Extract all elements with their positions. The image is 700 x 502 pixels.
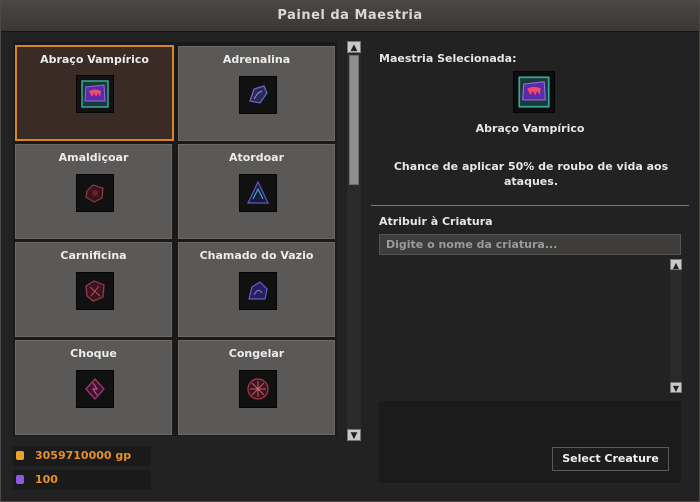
mastery-name: Congelar <box>228 347 285 360</box>
mastery-name: Choque <box>70 347 117 360</box>
vampire-fangs-icon <box>513 71 555 113</box>
mastery-card-freeze[interactable]: Congelar <box>178 340 335 435</box>
mastery-points-icon <box>16 475 24 484</box>
void-call-icon <box>239 272 277 310</box>
mastery-name: Abraço Vampírico <box>40 53 149 66</box>
mastery-name: Amaldiçoar <box>58 151 129 164</box>
mastery-card-void-call[interactable]: Chamado do Vazio <box>178 242 335 337</box>
gold-display: 3059710000 gp <box>13 446 151 466</box>
stun-icon <box>239 174 277 212</box>
scroll-down-button[interactable]: ▼ <box>347 429 361 441</box>
shock-icon <box>76 370 114 408</box>
mastery-card-shock[interactable]: Choque <box>15 340 172 435</box>
scroll-thumb[interactable] <box>349 55 359 185</box>
vampire-fangs-icon <box>76 75 114 113</box>
mastery-card-adrenaline[interactable]: Adrenalina <box>178 46 335 141</box>
mastery-name: Adrenalina <box>222 53 291 66</box>
freeze-icon <box>239 370 277 408</box>
assign-creature-label: Atribuir à Criatura <box>379 215 493 228</box>
creature-name-input[interactable] <box>379 234 681 255</box>
mastery-card-stun[interactable]: Atordoar <box>178 144 335 239</box>
creature-list <box>379 259 669 393</box>
adrenaline-icon <box>239 76 277 114</box>
gold-coin-icon <box>16 451 24 460</box>
curse-icon <box>76 174 114 212</box>
scroll-up-button[interactable]: ▲ <box>670 259 682 270</box>
mastery-name: Atordoar <box>228 151 285 164</box>
carnage-icon <box>76 272 114 310</box>
mastery-grid: Abraço Vampírico Adrenalina Amaldiçoar A… <box>13 42 337 436</box>
mastery-panel-window: Painel da Maestria Abraço Vampírico Adre… <box>0 0 700 502</box>
gold-value: 3059710000 gp <box>35 449 132 462</box>
points-display: 100 <box>13 470 151 490</box>
window-title: Painel da Maestria <box>277 8 423 23</box>
select-creature-button[interactable]: Select Creature <box>552 447 669 471</box>
title-bar[interactable]: Painel da Maestria <box>1 1 699 32</box>
points-value: 100 <box>35 473 58 486</box>
selected-mastery-description: Chance de aplicar 50% de roubo de vida a… <box>393 160 669 188</box>
mastery-card-curse[interactable]: Amaldiçoar <box>15 144 172 239</box>
mastery-name: Carnificina <box>60 249 127 262</box>
selected-mastery-name: Abraço Vampírico <box>475 122 585 135</box>
mastery-name: Chamado do Vazio <box>199 249 314 262</box>
scroll-down-button[interactable]: ▼ <box>670 382 682 393</box>
selected-mastery-label: Maestria Selecionada: <box>379 52 517 65</box>
mastery-card-vampiric-embrace[interactable]: Abraço Vampírico <box>15 45 174 141</box>
divider <box>371 205 689 206</box>
mastery-card-carnage[interactable]: Carnificina <box>15 242 172 337</box>
creature-list-scrollbar[interactable]: ▲ ▼ <box>670 259 682 393</box>
scroll-up-button[interactable]: ▲ <box>347 41 361 53</box>
mastery-grid-scrollbar[interactable]: ▲ ▼ <box>347 41 361 441</box>
